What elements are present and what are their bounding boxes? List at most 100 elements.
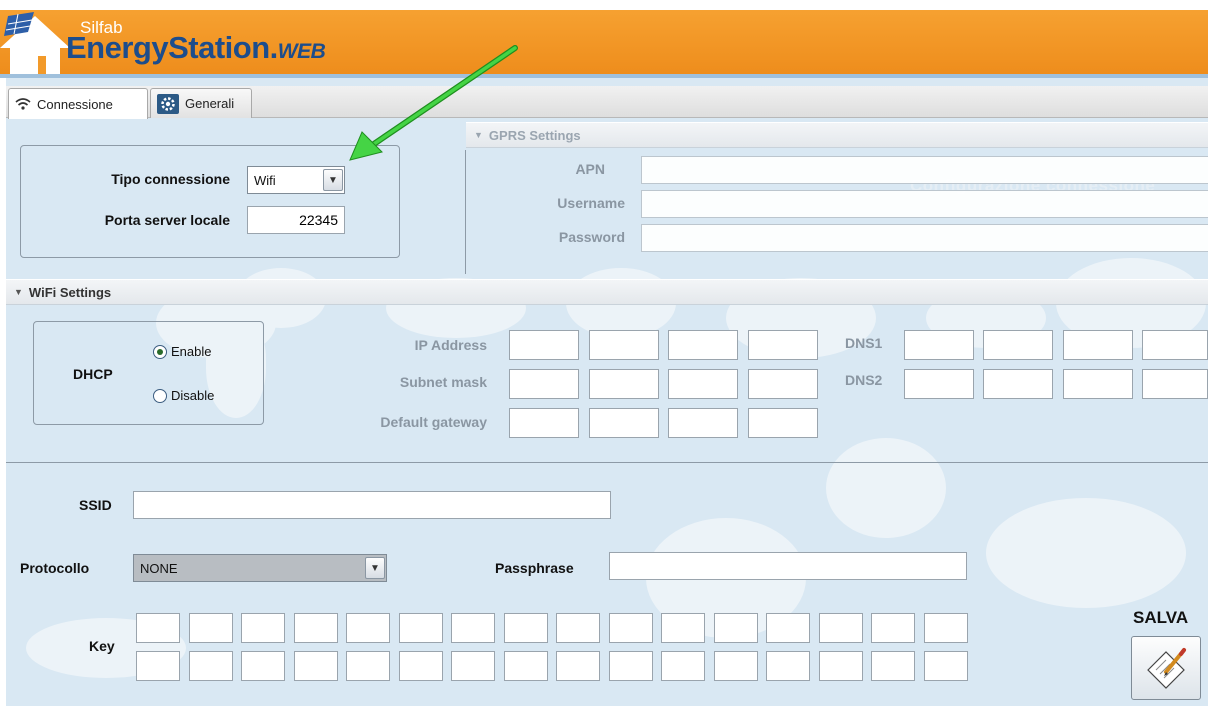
key-byte-input[interactable] [818,613,863,643]
horizontal-divider [6,462,1208,463]
dns1-octet[interactable] [1063,330,1133,360]
dns1-octet[interactable] [983,330,1053,360]
apn-label: APN [575,161,605,177]
key-byte-input[interactable] [451,651,495,681]
dhcp-disable-radio[interactable]: Disable [153,388,214,403]
key-byte-input[interactable] [871,651,915,681]
save-label: SALVA [1133,608,1189,627]
default-gateway-label: Default gateway [380,414,487,430]
passphrase-label: Passphrase [495,560,574,576]
default-gateway-octet[interactable] [509,408,579,438]
dns1-label: DNS1 [845,335,883,351]
dns2-label: DNS2 [845,372,883,388]
key-byte-input[interactable] [871,613,915,643]
key-byte-input[interactable] [923,613,968,643]
key-byte-input[interactable] [241,613,285,643]
ssid-input[interactable] [133,491,611,519]
porta-server-label: Porta server locale [104,212,230,228]
key-byte-input[interactable] [503,613,548,643]
subnet-mask-octet[interactable] [589,369,659,399]
ip-address-octet[interactable] [748,330,818,360]
protocollo-value: NONE [140,560,178,576]
brand-title: EnergyStation.WEB [66,30,326,66]
annotation-arrow-icon [349,45,518,161]
key-byte-input[interactable] [398,613,443,643]
dns2-octet[interactable] [1142,369,1208,399]
username-label: Username [557,195,625,211]
vertical-divider [465,150,466,274]
passphrase-input[interactable] [609,552,967,580]
default-gateway-octet[interactable] [748,408,818,438]
default-gateway-octet[interactable] [589,408,659,438]
dhcp-group [33,321,264,425]
logo-house-icon [0,12,70,74]
wifi-settings-title: WiFi Settings [28,284,112,300]
radio-unchecked-icon [153,388,167,403]
key-byte-input[interactable] [661,613,705,643]
password-label: Password [558,229,625,245]
chevron-down-icon[interactable]: ▼ [323,169,343,191]
key-byte-input[interactable] [346,651,390,681]
key-label: Key [89,638,115,654]
dhcp-label: DHCP [73,366,113,382]
dns1-octet[interactable] [904,330,974,360]
key-byte-input[interactable] [346,613,390,643]
wifi-settings-header[interactable]: ▼ WiFi Settings [6,279,1208,305]
key-byte-input[interactable] [818,651,863,681]
key-byte-input[interactable] [136,651,180,681]
key-byte-input[interactable] [713,613,758,643]
dns2-octet[interactable] [983,369,1053,399]
key-byte-input[interactable] [188,613,233,643]
key-byte-input[interactable] [293,613,338,643]
key-byte-input[interactable] [293,651,338,681]
key-byte-input[interactable] [556,651,600,681]
key-byte-input[interactable] [451,613,495,643]
subnet-mask-octet[interactable] [748,369,818,399]
gear-icon [157,93,179,114]
dhcp-enable-radio[interactable]: Enable [153,344,211,359]
key-byte-input[interactable] [713,651,758,681]
subnet-mask-octet[interactable] [668,369,738,399]
key-byte-input[interactable] [241,651,285,681]
key-byte-input[interactable] [661,651,705,681]
subnet-mask-octet[interactable] [509,369,579,399]
chevron-down-icon[interactable]: ▼ [365,557,385,579]
username-input[interactable] [641,190,1208,218]
brand-title-main: EnergyStation. [66,30,278,65]
tipo-connessione-label: Tipo connessione [111,171,230,187]
save-button[interactable] [1131,636,1201,700]
gprs-settings-header[interactable]: ▼ GPRS Settings [466,122,1208,148]
dns2-octet[interactable] [1063,369,1133,399]
key-byte-input[interactable] [556,613,600,643]
apn-input[interactable] [641,156,1208,184]
tab-generali[interactable]: Generali [150,88,252,118]
tab-strip: Connessione Generali [6,86,1208,119]
radio-checked-icon [153,344,167,359]
subnet-mask-label: Subnet mask [399,374,487,390]
dns2-octet[interactable] [904,369,974,399]
protocollo-select[interactable]: NONE ▼ [133,554,387,582]
dhcp-enable-label: Enable [171,344,212,359]
ip-address-label: IP Address [414,337,487,353]
dns1-octet[interactable] [1142,330,1208,360]
key-byte-input[interactable] [136,613,180,643]
key-byte-input[interactable] [608,613,653,643]
default-gateway-octet[interactable] [668,408,738,438]
key-byte-input[interactable] [608,651,653,681]
password-input[interactable] [641,224,1208,252]
ip-address-octet[interactable] [509,330,579,360]
ip-address-octet[interactable] [589,330,659,360]
protocollo-label: Protocollo [20,560,90,576]
key-byte-input[interactable] [398,651,443,681]
tipo-connessione-select[interactable]: Wifi ▼ [247,166,345,194]
key-byte-input[interactable] [188,651,233,681]
porta-server-input[interactable]: 22345 [247,206,345,234]
tab-connessione[interactable]: Connessione [8,88,148,119]
key-byte-input[interactable] [923,651,968,681]
key-byte-input[interactable] [766,651,810,681]
triangle-down-icon: ▼ [14,287,23,297]
tipo-connessione-value: Wifi [254,172,276,188]
key-byte-input[interactable] [503,651,548,681]
key-byte-input[interactable] [766,613,810,643]
ip-address-octet[interactable] [668,330,738,360]
